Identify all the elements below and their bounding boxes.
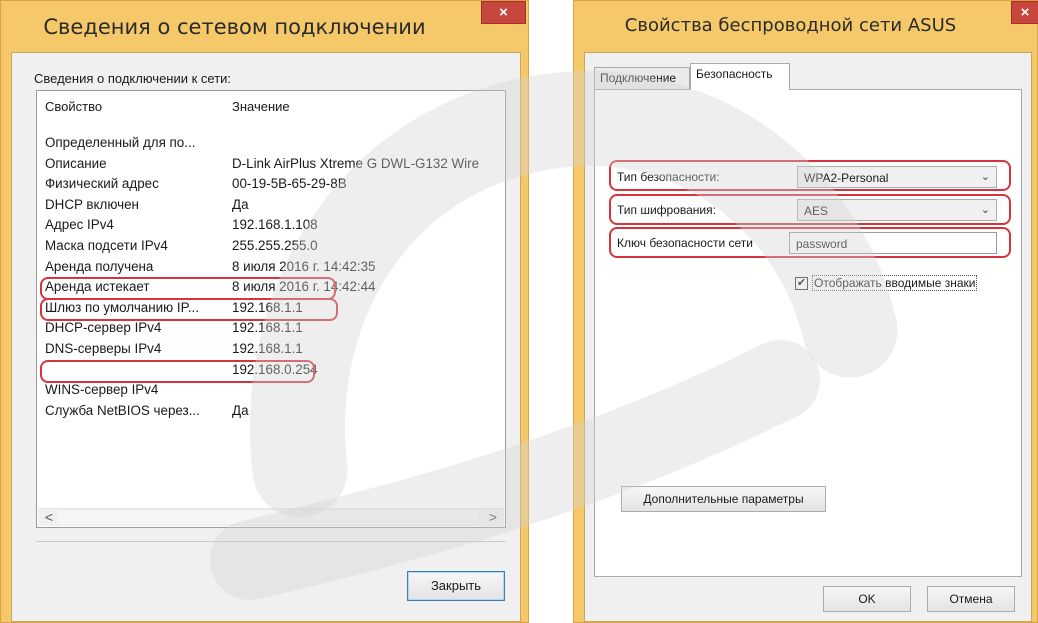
screenshot-canvas: Сведения о сетевом подключении × Сведени… bbox=[0, 0, 1038, 623]
list-item[interactable]: Определенный для по... bbox=[37, 135, 505, 156]
window-title: Сведения о сетевом подключении bbox=[43, 15, 426, 39]
highlight-security-type bbox=[609, 160, 1011, 191]
property-value: 192.168.1.1 bbox=[232, 320, 303, 336]
list-item[interactable]: Физический адрес 00-19-5B-65-29-8B bbox=[37, 176, 505, 197]
property-name: WINS-сервер IPv4 bbox=[45, 382, 159, 398]
title-bar[interactable]: Сведения о сетевом подключении × bbox=[1, 1, 528, 51]
property-name: Маска подсети IPv4 bbox=[45, 237, 168, 253]
property-name: Аренда получена bbox=[45, 258, 154, 274]
property-value: 8 июля 2016 г. 14:42:35 bbox=[232, 258, 376, 274]
cancel-button[interactable]: Отмена bbox=[927, 586, 1015, 612]
tab-connection[interactable]: Подключение bbox=[594, 67, 690, 89]
title-bar[interactable]: Свойства беспроводной сети ASUS × bbox=[574, 1, 1038, 51]
list-item[interactable]: WINS-сервер IPv4 bbox=[37, 382, 505, 403]
property-value: Да bbox=[232, 196, 249, 212]
scroll-right-icon[interactable]: > bbox=[484, 509, 502, 527]
divider bbox=[36, 541, 506, 542]
list-item[interactable]: Служба NetBIOS через... Да bbox=[37, 403, 505, 424]
property-name: Адрес IPv4 bbox=[45, 217, 114, 233]
security-tab-panel: Тип безопасности: WPA2-Personal ⌄ Тип ши… bbox=[594, 89, 1022, 577]
highlight-subnet-mask bbox=[40, 298, 338, 321]
scroll-thumb[interactable] bbox=[58, 511, 478, 524]
show-characters-checkbox[interactable]: ✔ bbox=[795, 277, 808, 290]
details-list[interactable]: Свойство Значение Определенный для по...… bbox=[36, 90, 506, 528]
show-characters-label[interactable]: Отображать вводимые знаки bbox=[812, 275, 978, 291]
property-name: DHCP-сервер IPv4 bbox=[45, 320, 162, 336]
wireless-network-properties-window: Свойства беспроводной сети ASUS × Подклю… bbox=[573, 0, 1038, 623]
property-name: Описание bbox=[45, 155, 107, 171]
network-connection-details-window: Сведения о сетевом подключении × Сведени… bbox=[0, 0, 529, 623]
list-item[interactable]: DNS-серверы IPv4 192.168.1.1 bbox=[37, 341, 505, 362]
property-value: Да bbox=[232, 402, 249, 418]
window-client-area: Сведения о подключении к сети: Свойство … bbox=[11, 52, 521, 622]
highlight-default-gateway bbox=[40, 360, 315, 383]
property-value: 00-19-5B-65-29-8B bbox=[232, 176, 347, 192]
horizontal-scrollbar[interactable]: < > bbox=[38, 508, 504, 526]
tab-security[interactable]: Безопасность bbox=[690, 63, 790, 90]
list-item[interactable]: DHCP включен Да bbox=[37, 197, 505, 218]
property-name: Физический адрес bbox=[45, 176, 159, 192]
property-name: Служба NetBIOS через... bbox=[45, 402, 200, 418]
advanced-settings-button[interactable]: Дополнительные параметры bbox=[621, 486, 826, 512]
property-value: 192.168.1.1 bbox=[232, 340, 303, 356]
column-header-property[interactable]: Свойство bbox=[45, 99, 102, 114]
close-icon[interactable]: × bbox=[1011, 1, 1038, 24]
close-icon[interactable]: × bbox=[481, 1, 526, 24]
property-name: DHCP включен bbox=[45, 196, 139, 212]
property-value: 192.168.1.108 bbox=[232, 217, 318, 233]
property-name: DNS-серверы IPv4 bbox=[45, 340, 162, 356]
list-header: Свойство Значение bbox=[37, 91, 505, 121]
property-value: D-Link AirPlus Xtreme G DWL-G132 Wire bbox=[232, 155, 480, 171]
highlight-security-key bbox=[609, 227, 1011, 258]
list-item[interactable]: Адрес IPv4 192.168.1.108 bbox=[37, 217, 505, 238]
list-item[interactable]: DHCP-сервер IPv4 192.168.1.1 bbox=[37, 320, 505, 341]
window-title: Свойства беспроводной сети ASUS bbox=[624, 15, 957, 36]
list-item[interactable]: Описание D-Link AirPlus Xtreme G DWL-G132… bbox=[37, 156, 505, 177]
ok-button[interactable]: OK bbox=[823, 586, 911, 612]
window-client-area: Подключение Безопасность Тип безопасност… bbox=[584, 52, 1032, 622]
close-button[interactable]: Закрыть bbox=[407, 571, 505, 601]
column-header-value[interactable]: Значение bbox=[232, 99, 290, 114]
list-item[interactable]: Маска подсети IPv4 255.255.255.0 bbox=[37, 238, 505, 259]
highlight-encryption-type bbox=[609, 194, 1011, 225]
connection-details-heading: Сведения о подключении к сети: bbox=[34, 71, 232, 86]
property-name: Определенный для по... bbox=[45, 135, 196, 150]
scroll-left-icon[interactable]: < bbox=[40, 509, 58, 527]
property-value: 255.255.255.0 bbox=[232, 237, 318, 253]
highlight-ipv4-address bbox=[40, 277, 336, 300]
